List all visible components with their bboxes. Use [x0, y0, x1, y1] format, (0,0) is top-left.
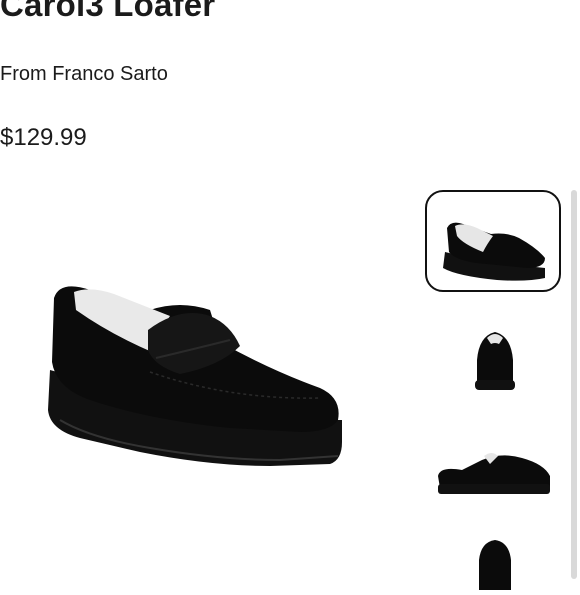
thumbnail-1[interactable]: [425, 190, 561, 292]
product-title: Carol3 Loafer: [0, 0, 216, 23]
product-brand[interactable]: From Franco Sarto: [0, 63, 168, 86]
loafer-front-view-icon: [475, 332, 515, 390]
thumbnail-scrollbar[interactable]: [571, 190, 577, 579]
product-price: $129.99: [0, 124, 87, 151]
thumbnail-3[interactable]: [432, 440, 556, 506]
thumbnail-4[interactable]: [455, 530, 535, 590]
thumbnail-2[interactable]: [455, 320, 535, 400]
loafer-side-view-icon: [443, 222, 545, 281]
main-product-image[interactable]: [30, 270, 360, 490]
loafer-profile-view-icon: [438, 453, 550, 494]
loafer-top-view-icon: [479, 540, 511, 590]
black-suede-loafer-icon: [48, 286, 342, 466]
